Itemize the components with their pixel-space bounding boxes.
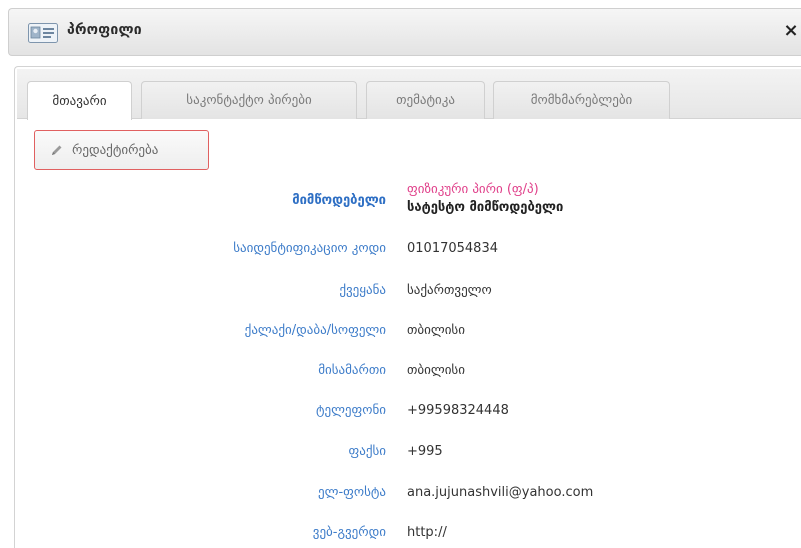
field-row-fax: ფაქსი +995 (0, 444, 801, 466)
field-row-id-code: საიდენტიფიკაციო კოდი 01017054834 (0, 241, 801, 263)
field-label: ელ-ფოსტა (318, 485, 386, 500)
field-row-address: მისამართი თბილისი (0, 363, 801, 385)
supplier-name: სატესტო მიმწოდებელი (407, 200, 564, 215)
edit-button-label: რედაქტირება (72, 142, 159, 158)
field-value[interactable]: http:// (407, 525, 447, 540)
field-label: საიდენტიფიკაციო კოდი (233, 241, 386, 256)
supplier-row: მიმწოდებელი ფიზიკური პირი (ფ/პ) სატესტო … (0, 182, 801, 222)
field-value: თბილისი (407, 323, 465, 338)
field-label: ქვეყანა (339, 283, 386, 298)
pencil-icon (52, 145, 62, 155)
field-row-country: ქვეყანა საქართველო (0, 283, 801, 305)
field-value: თბილისი (407, 363, 465, 378)
field-value[interactable]: ana.jujunashvili@yahoo.com (407, 485, 593, 500)
field-label: ვებ-გვერდი (312, 525, 386, 540)
profile-card-icon (28, 23, 58, 43)
supplier-label: მიმწოდებელი (292, 193, 386, 208)
dialog-titlebar[interactable]: პროფილი × (8, 8, 801, 56)
tab-users[interactable]: მომხმარებლები (493, 81, 670, 119)
close-icon[interactable]: × (783, 19, 799, 43)
field-row-phone: ტელეფონი +99598324448 (0, 403, 801, 425)
field-value: 01017054834 (407, 241, 498, 256)
supplier-type: ფიზიკური პირი (ფ/პ) (407, 182, 539, 197)
tab-contact-persons[interactable]: საკონტაქტო პირები (141, 81, 357, 119)
tab-topics[interactable]: თემატიკა (366, 81, 485, 119)
field-row-website: ვებ-გვერდი http:// (0, 525, 801, 547)
field-row-city: ქალაქი/დაბა/სოფელი თბილისი (0, 323, 801, 345)
field-value: +99598324448 (407, 403, 509, 418)
field-value: საქართველო (407, 283, 492, 298)
field-label: ქალაქი/დაბა/სოფელი (244, 323, 386, 338)
profile-dialog: პროფილი × მთავარი საკონტაქტო პირები თემა… (0, 0, 801, 548)
dialog-title: პროფილი (67, 22, 142, 38)
edit-button[interactable]: რედაქტირება (34, 130, 209, 170)
tab-main[interactable]: მთავარი (27, 81, 132, 120)
tab-strip: მთავარი საკონტაქტო პირები თემატიკა მომხმ… (17, 69, 801, 120)
field-label: ტელეფონი (315, 403, 386, 418)
field-value: +995 (407, 444, 443, 459)
field-row-email: ელ-ფოსტა ana.jujunashvili@yahoo.com (0, 485, 801, 507)
field-label: მისამართი (318, 363, 386, 378)
field-label: ფაქსი (348, 444, 386, 459)
